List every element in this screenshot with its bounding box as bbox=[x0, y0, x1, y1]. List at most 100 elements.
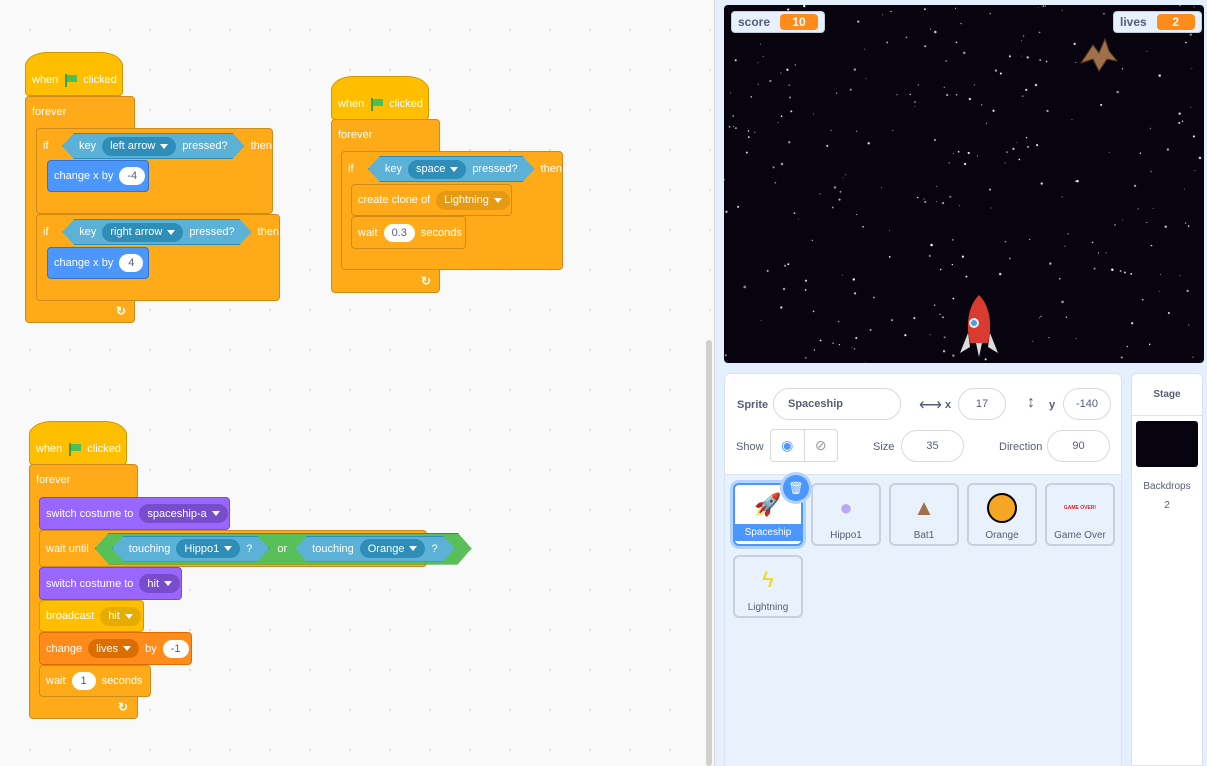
vertical-scrollbar[interactable] bbox=[706, 340, 712, 766]
key-dropdown[interactable]: space bbox=[408, 160, 466, 179]
show-visible-eye-icon[interactable]: ◉ bbox=[771, 430, 805, 461]
when-flag-clicked-block[interactable]: when clicked bbox=[331, 76, 429, 120]
label: when bbox=[36, 443, 63, 455]
label: forever bbox=[32, 106, 67, 118]
direction-input[interactable]: 90 bbox=[1047, 430, 1110, 462]
monitor-label: score bbox=[738, 15, 771, 29]
sprite-tile-lightning[interactable]: ϟ Lightning bbox=[733, 555, 803, 618]
sprite-tile-hippo1[interactable]: ● Hippo1 bbox=[811, 483, 881, 546]
wait-block[interactable]: wait 1 seconds bbox=[39, 665, 151, 697]
variable-dropdown[interactable]: lives bbox=[88, 639, 140, 658]
star bbox=[943, 86, 945, 88]
sprite-list: 🚀 Spaceship 🗑 ● Hippo1 ▲ Bat1 Orange GAME O… bbox=[724, 475, 1122, 766]
sprite-name-input[interactable]: Spaceship bbox=[773, 388, 901, 420]
star bbox=[976, 155, 979, 157]
backdrop-thumbnail[interactable] bbox=[1136, 421, 1198, 467]
sprite-tile-game-over[interactable]: GAME OVER! Game Over bbox=[1045, 483, 1115, 546]
change-x-block[interactable]: change x by -4 bbox=[47, 160, 149, 192]
touching-dropdown[interactable]: Orange bbox=[360, 539, 426, 558]
or-operator-block[interactable]: touching Hippo1? or touching Orange? bbox=[95, 533, 472, 565]
star bbox=[788, 84, 791, 86]
star bbox=[1029, 238, 1031, 241]
star bbox=[953, 153, 954, 154]
horizontal-arrows-icon: ⟷ bbox=[919, 397, 942, 414]
change-variable-block[interactable]: change lives by -1 bbox=[39, 632, 192, 665]
label: wait bbox=[358, 226, 378, 239]
star bbox=[942, 350, 946, 353]
loop-arrow-icon: ↻ bbox=[118, 700, 129, 714]
y-input[interactable]: -140 bbox=[1063, 388, 1111, 420]
star bbox=[1004, 240, 1007, 243]
star bbox=[958, 205, 960, 207]
when-flag-clicked-block[interactable]: when clicked bbox=[25, 52, 123, 96]
sprite-tile-orange[interactable]: Orange bbox=[967, 483, 1037, 546]
spaceship-sprite[interactable] bbox=[958, 293, 1000, 359]
key-pressed-block[interactable]: key right arrow pressed? bbox=[62, 219, 251, 245]
touching-block[interactable]: touching Orange? bbox=[295, 536, 454, 562]
star bbox=[862, 225, 864, 228]
change-x-block[interactable]: change x by 4 bbox=[47, 247, 149, 279]
game-over-thumbnail: GAME OVER! bbox=[1063, 504, 1097, 511]
star bbox=[842, 177, 844, 179]
star bbox=[760, 319, 762, 321]
star bbox=[1071, 119, 1073, 120]
value-input[interactable]: 0.3 bbox=[383, 223, 415, 242]
hide-eye-slash-icon[interactable]: ⊘ bbox=[805, 430, 838, 461]
star bbox=[857, 20, 860, 23]
star bbox=[1192, 135, 1195, 138]
value-input[interactable]: 4 bbox=[119, 254, 144, 272]
wait-block[interactable]: wait 0.3 seconds bbox=[351, 216, 466, 249]
star bbox=[1184, 222, 1187, 224]
clone-dropdown[interactable]: Lightning bbox=[436, 190, 510, 210]
touching-dropdown[interactable]: Hippo1 bbox=[176, 539, 240, 558]
label: key bbox=[384, 163, 402, 175]
star bbox=[961, 255, 964, 258]
star bbox=[1020, 40, 1022, 42]
key-dropdown[interactable]: right arrow bbox=[102, 223, 183, 242]
create-clone-block[interactable]: create clone of Lightning bbox=[351, 184, 512, 216]
star bbox=[892, 129, 894, 131]
x-input[interactable]: 17 bbox=[958, 388, 1006, 420]
when-flag-clicked-block[interactable]: when clicked bbox=[29, 421, 127, 465]
key-dropdown[interactable]: left arrow bbox=[102, 137, 176, 156]
wait-until-block[interactable]: wait until touching Hippo1? or touching Orang… bbox=[39, 530, 427, 567]
stage-panel[interactable]: Stage Backdrops 2 bbox=[1131, 373, 1203, 766]
vertical-arrows-icon: ↕ bbox=[1027, 394, 1035, 411]
key-pressed-block[interactable]: key space pressed? bbox=[368, 156, 535, 182]
star bbox=[965, 275, 968, 278]
star bbox=[1061, 300, 1064, 304]
value-input[interactable]: 1 bbox=[71, 672, 96, 690]
size-input[interactable]: 35 bbox=[901, 430, 964, 462]
switch-costume-block[interactable]: switch costume to spaceship-a bbox=[39, 497, 230, 530]
broadcast-block[interactable]: broadcast hit bbox=[39, 600, 144, 632]
star bbox=[1120, 356, 1123, 359]
star bbox=[853, 292, 857, 295]
touching-block[interactable]: touching Hippo1? bbox=[112, 536, 270, 562]
star bbox=[939, 268, 942, 271]
star bbox=[929, 28, 931, 30]
sprite-tile-bat1[interactable]: ▲ Bat1 bbox=[889, 483, 959, 546]
star bbox=[1192, 356, 1194, 358]
value-input[interactable]: -4 bbox=[119, 167, 146, 185]
message-dropdown[interactable]: hit bbox=[100, 606, 141, 626]
delete-sprite-trash-icon[interactable]: 🗑 bbox=[783, 475, 809, 501]
value-input[interactable]: -1 bbox=[162, 639, 189, 658]
star bbox=[1008, 257, 1011, 260]
stage[interactable]: score 10 lives 2 bbox=[724, 5, 1204, 363]
star bbox=[989, 12, 991, 15]
star bbox=[813, 113, 814, 115]
code-area[interactable]: when clicked forever ↻ if key left arrow pre… bbox=[0, 0, 715, 766]
switch-costume-block[interactable]: switch costume to hit bbox=[39, 567, 182, 600]
bat-sprite[interactable] bbox=[1079, 33, 1119, 75]
label: clicked bbox=[83, 74, 117, 86]
star bbox=[986, 122, 988, 124]
star bbox=[905, 36, 908, 39]
costume-dropdown[interactable]: spaceship-a bbox=[139, 504, 228, 523]
label: if bbox=[348, 163, 354, 175]
label: if bbox=[43, 140, 49, 152]
key-pressed-block[interactable]: key left arrow pressed? bbox=[62, 133, 245, 159]
monitor-value: 10 bbox=[780, 14, 819, 30]
star bbox=[955, 41, 958, 44]
costume-dropdown[interactable]: hit bbox=[139, 574, 181, 593]
star bbox=[1185, 41, 1187, 44]
